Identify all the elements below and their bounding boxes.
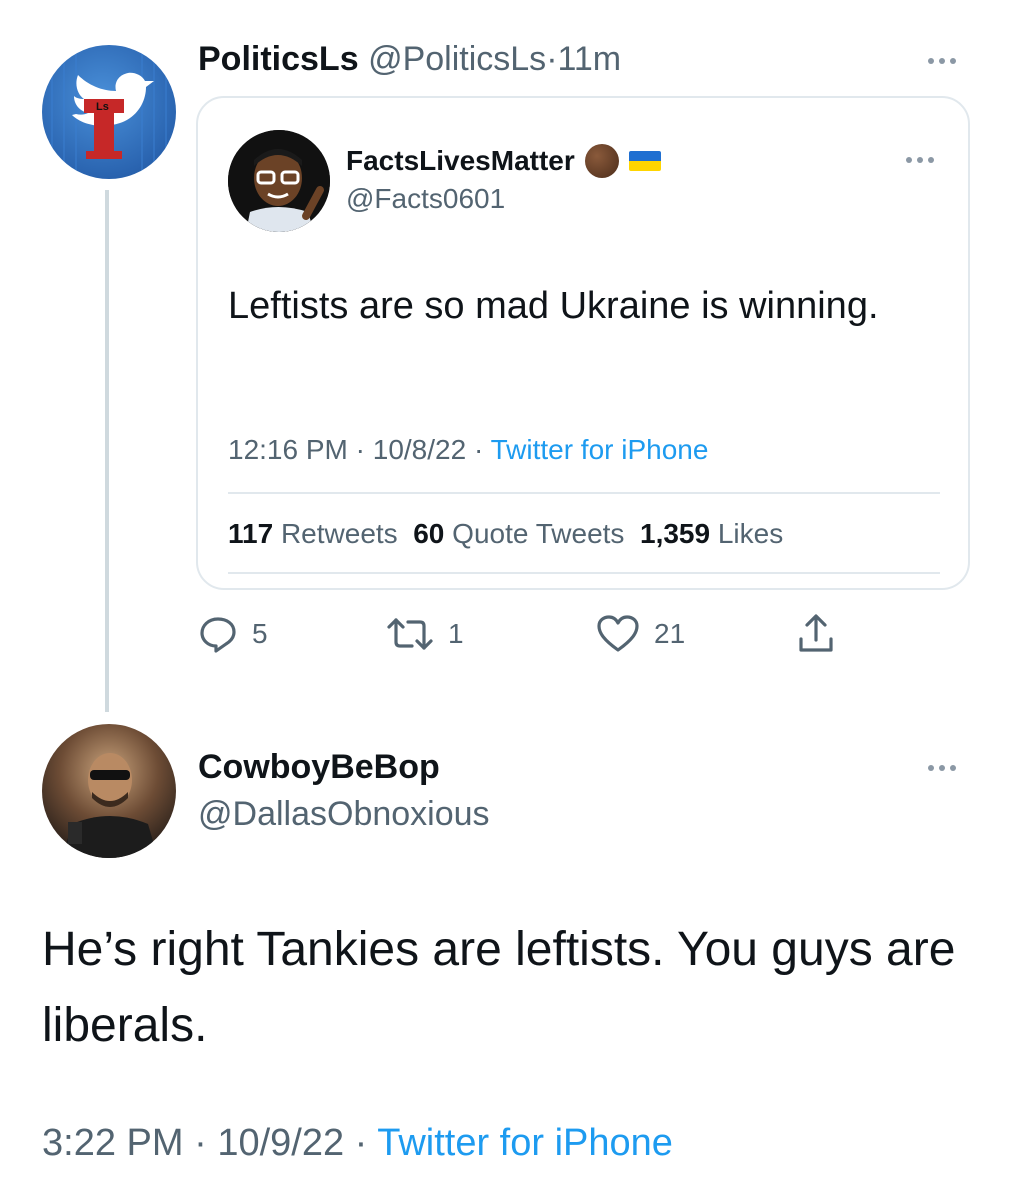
avatar-label: Ls: [96, 101, 109, 113]
top-tweet-handle[interactable]: @PoliticsLs: [368, 40, 546, 78]
reply-separator: ·: [194, 1122, 207, 1164]
reply-source-link[interactable]: Twitter for iPhone: [377, 1122, 673, 1164]
share-upload-icon: [799, 614, 833, 652]
top-tweet-header: PoliticsLs @PoliticsLs·11m: [198, 40, 621, 79]
quote-tweets-label: Quote Tweets: [452, 518, 625, 549]
retweets-count: 117: [228, 518, 274, 549]
cowboybebop-avatar[interactable]: [42, 724, 176, 858]
top-tweet-display-name[interactable]: PoliticsLs: [198, 40, 359, 78]
quote-date[interactable]: 10/8/22: [373, 434, 466, 465]
quote-timestamp-row: 12:16 PM · 10/8/22 · Twitter for iPhone: [228, 434, 708, 466]
quote-separator: ·: [355, 434, 365, 465]
reply-timestamp-row: 3:22 PM · 10/9/22 · Twitter for iPhone: [42, 1122, 673, 1165]
quote-tweets-count: 60: [413, 518, 445, 549]
reply-more-icon[interactable]: [928, 765, 956, 771]
heart-icon: [597, 615, 639, 652]
bitmoji-avatar-icon: [228, 130, 330, 232]
retweets-stat[interactable]: 117 Retweets: [228, 518, 398, 549]
like-button[interactable]: 21: [596, 614, 685, 654]
top-tweet-time[interactable]: 11m: [558, 40, 622, 78]
reply-date[interactable]: 10/9/22: [217, 1122, 344, 1164]
reply-handle[interactable]: @DallasObnoxious: [198, 795, 490, 834]
reply-tweet-text: He’s right Tankies are leftists. You guy…: [42, 923, 956, 1052]
share-button[interactable]: [796, 612, 836, 656]
divider: [228, 572, 940, 574]
reply-time[interactable]: 3:22 PM: [42, 1122, 184, 1164]
politicsls-avatar[interactable]: Ls: [42, 45, 176, 179]
retweets-label: Retweets: [280, 518, 398, 549]
quote-stats-row: 117 Retweets 60 Quote Tweets 1,359 Likes: [228, 518, 783, 550]
quote-display-name[interactable]: FactsLivesMatter: [346, 145, 575, 177]
top-tweet-more-icon[interactable]: [928, 58, 956, 64]
reply-button[interactable]: 5: [198, 614, 268, 654]
ukraine-flag-emoji-icon: [628, 151, 661, 171]
retweet-button[interactable]: 1: [386, 614, 464, 654]
likes-stat[interactable]: 1,359 Likes: [640, 518, 783, 549]
retweet-count: 1: [448, 618, 464, 649]
twitter-podium-logo-icon: Ls: [51, 45, 167, 179]
quote-time[interactable]: 12:16 PM: [228, 434, 348, 465]
quote-source-link[interactable]: Twitter for iPhone: [491, 434, 709, 465]
likes-label: Likes: [717, 518, 784, 549]
quote-more-icon[interactable]: [906, 157, 934, 163]
reply-separator-2: ·: [354, 1122, 368, 1164]
thread-connector-line: [105, 190, 109, 712]
like-count: 21: [654, 618, 686, 649]
reply-count: 5: [252, 618, 268, 649]
reply-bubble-icon: [200, 617, 236, 653]
retweet-icon: [387, 618, 433, 650]
quote-author-name-row: FactsLivesMatter: [346, 144, 661, 178]
quote-tweets-stat[interactable]: 60 Quote Tweets: [413, 518, 624, 549]
brown-circle-emoji-icon: [584, 144, 619, 178]
profile-photo-icon: [62, 753, 158, 858]
quote-separator-2: ·: [473, 434, 484, 465]
reply-display-name[interactable]: CowboyBeBop: [198, 748, 440, 787]
top-tweet-separator: ·: [546, 40, 558, 78]
likes-count: 1,359: [640, 518, 711, 549]
factslivesmatter-avatar[interactable]: [228, 130, 330, 232]
quote-tweet-text: Leftists are so mad Ukraine is winning.: [228, 285, 879, 327]
divider: [228, 492, 940, 494]
quote-handle[interactable]: @Facts0601: [346, 183, 505, 215]
